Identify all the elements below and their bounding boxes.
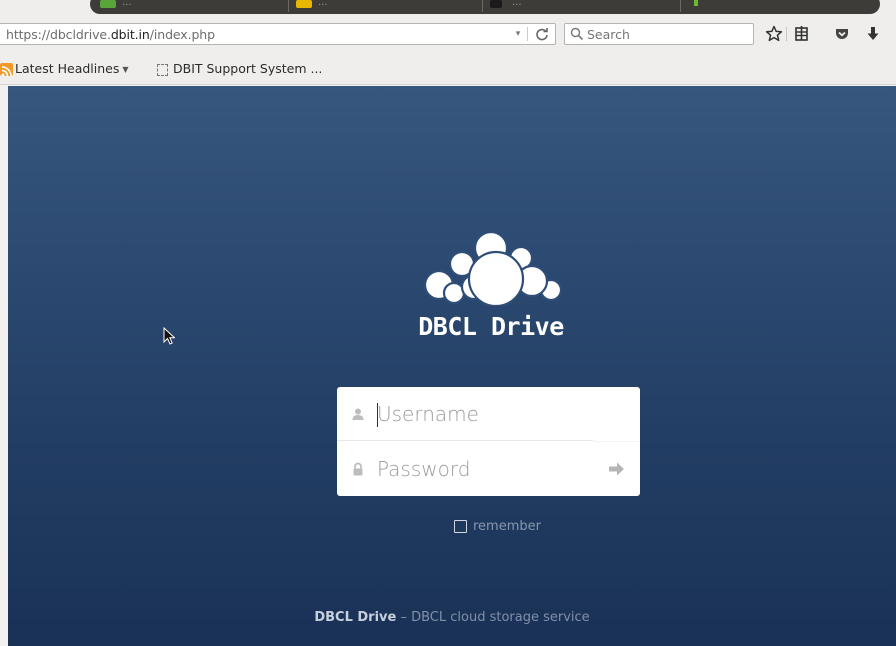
chevron-down-icon: ▼ — [122, 65, 129, 74]
tab-3-favicon — [490, 0, 502, 8]
url-bar[interactable]: https://dbcldrive.dbit.in/index.php ▾ — [0, 23, 556, 45]
bookmark-dbit-support[interactable]: DBIT Support System ... — [173, 61, 322, 76]
submit-arrow-icon[interactable] — [606, 460, 626, 478]
password-field[interactable] — [337, 442, 640, 496]
download-icon[interactable] — [864, 25, 882, 43]
search-input[interactable] — [587, 27, 747, 42]
tab-2-favicon — [296, 0, 312, 8]
cloud-logo-icon — [423, 231, 563, 306]
tab-3-title: ... — [512, 0, 522, 8]
browser-tab-strip: ... ... ... — [0, 0, 896, 17]
user-icon — [352, 408, 364, 420]
url-text[interactable]: https://dbcldrive.dbit.in/index.php — [6, 27, 215, 42]
rss-icon — [0, 63, 13, 76]
navigation-toolbar: https://dbcldrive.dbit.in/index.php ▾ — [0, 17, 896, 53]
bookmarks-toolbar: Latest Headlines ▼ DBIT Support System ..… — [0, 53, 896, 85]
footer-brand: DBCL Drive — [314, 610, 397, 625]
bookmark-label: Latest Headlines — [15, 61, 120, 76]
pocket-icon[interactable] — [833, 25, 851, 43]
bookmark-latest-headlines[interactable]: Latest Headlines ▼ — [15, 61, 129, 76]
toolbar-separator — [786, 27, 787, 41]
tab-bar — [90, 0, 880, 14]
url-host-domain: dbit.in — [110, 27, 150, 42]
remember-checkbox[interactable] — [454, 520, 467, 533]
mouse-cursor-icon — [163, 327, 175, 345]
page-icon — [157, 64, 168, 76]
url-separator — [527, 27, 528, 41]
tab-2-title: ... — [318, 0, 328, 8]
login-page: DBCL Drive remember DBCL Drive – DBCL cl… — [8, 86, 896, 646]
username-input[interactable] — [377, 387, 587, 441]
remember-label: remember — [473, 519, 541, 534]
footer-tagline: – DBCL cloud storage service — [396, 610, 590, 625]
page-footer: DBCL Drive – DBCL cloud storage service — [8, 610, 896, 625]
username-field[interactable] — [337, 387, 593, 441]
lock-icon — [353, 462, 363, 476]
brand-title: DBCL Drive — [418, 312, 564, 341]
text-caret — [377, 403, 378, 427]
tab-separator — [482, 0, 483, 12]
url-history-dropdown-icon[interactable]: ▾ — [511, 26, 525, 42]
password-input[interactable] — [377, 442, 587, 496]
tab-separator — [288, 0, 289, 12]
search-icon — [570, 27, 584, 41]
reload-icon[interactable] — [533, 25, 551, 43]
tab-separator — [680, 0, 681, 12]
tab-1-favicon — [100, 0, 116, 8]
tab-4-favicon[interactable] — [694, 0, 698, 6]
bookmark-label: DBIT Support System ... — [173, 61, 323, 76]
url-host-prefix: https://dbcldrive. — [6, 27, 111, 42]
search-bar[interactable] — [564, 23, 754, 45]
url-path: /index.php — [149, 27, 215, 42]
login-form — [337, 387, 640, 496]
tab-1-title: ... — [122, 0, 132, 8]
bookmark-star-icon[interactable] — [765, 25, 783, 43]
reading-list-icon[interactable] — [793, 25, 811, 43]
